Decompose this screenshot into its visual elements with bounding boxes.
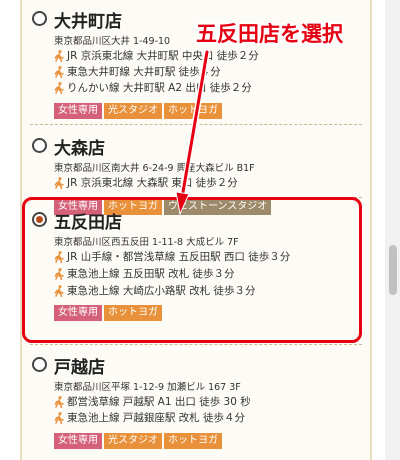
tag-badge: 光スタジオ (104, 433, 162, 449)
access-text: 東急池上線 戸越銀座駅 改札 徒歩４分 (67, 412, 246, 424)
walking-person-icon (54, 267, 64, 280)
access-text: 東急池上線 大崎広小路駅 改札 徒歩３分 (67, 285, 256, 297)
store-radio-oimachi[interactable] (32, 11, 47, 26)
access-text: 都営浅草線 戸越駅 A1 出口 徒歩 30 秒 (67, 396, 251, 408)
tag-badge: 光スタジオ (104, 103, 162, 119)
divider (30, 197, 362, 198)
store-radio-gotanda[interactable] (32, 212, 47, 227)
walking-person-icon (54, 176, 64, 189)
walking-person-icon (54, 49, 64, 62)
store-address: 東京都品川区平塚 1-12-9 加瀬ビル 167 3F (54, 382, 241, 393)
store-list-panel: 大井町店 東京都品川区大井 1-49-10 JR 京浜東北線 大井町駅 中央口 … (20, 0, 372, 460)
access-line: JR 京浜東北線 大井町駅 中央口 徒歩２分 (54, 48, 259, 63)
access-line: 東急池上線 五反田駅 改札 徒歩３分 (54, 266, 235, 281)
tag-badge: ホットヨガ (164, 103, 222, 119)
walking-person-icon (54, 81, 64, 94)
tag-badge: ウェストーンスタジオ (164, 199, 272, 215)
access-text: 東急大井町線 大井町駅 徒歩４分 (67, 66, 221, 78)
access-text: JR 京浜東北線 大森駅 東口 徒歩２分 (67, 177, 238, 189)
access-line: 東急大井町線 大井町駅 徒歩４分 (54, 64, 221, 79)
radio-selected-dot (36, 216, 43, 223)
walking-person-icon (54, 250, 64, 263)
tag-badge: 女性専用 (54, 103, 102, 119)
divider (30, 124, 362, 125)
store-radio-togoshi[interactable] (32, 357, 47, 372)
tag-group: 女性専用 光スタジオ ホットヨガ (54, 433, 222, 449)
store-address: 東京都品川区西五反田 1-11-8 大成ビル 7F (54, 237, 239, 248)
access-line: 都営浅草線 戸越駅 A1 出口 徒歩 30 秒 (54, 394, 251, 409)
tag-group: 女性専用 光スタジオ ホットヨガ (54, 103, 222, 119)
access-text: 東急池上線 五反田駅 改札 徒歩３分 (67, 268, 235, 280)
tag-badge: 女性専用 (54, 433, 102, 449)
access-text: りんかい線 大井町駅 A2 出口 徒歩２分 (67, 82, 252, 94)
walking-person-icon (54, 65, 64, 78)
walking-person-icon (54, 395, 64, 408)
walking-person-icon (54, 284, 64, 297)
store-name: 戸越店 (54, 358, 105, 378)
vertical-scrollbar[interactable] (385, 0, 400, 460)
access-line: JR 京浜東北線 大森駅 東口 徒歩２分 (54, 175, 238, 190)
annotation-callout: 五反田店を選択 (196, 22, 343, 46)
store-name: 五反田店 (54, 213, 122, 233)
tag-badge: 女性専用 (54, 305, 102, 321)
access-text: JR 山手線・都営浅草線 五反田駅 西口 徒歩３分 (67, 251, 291, 263)
access-text: JR 京浜東北線 大井町駅 中央口 徒歩２分 (67, 50, 259, 62)
access-line: りんかい線 大井町駅 A2 出口 徒歩２分 (54, 80, 252, 95)
tag-badge: ホットヨガ (104, 305, 162, 321)
store-address: 東京都品川区大井 1-49-10 (54, 36, 171, 47)
store-address: 東京都品川区南大井 6-24-9 興産大森ビル B1F (54, 163, 255, 174)
divider (30, 344, 362, 345)
store-radio-omori[interactable] (32, 138, 47, 153)
access-line: 東急池上線 戸越銀座駅 改札 徒歩４分 (54, 410, 245, 425)
scrollbar-thumb[interactable] (389, 245, 397, 295)
tag-group: 女性専用 ホットヨガ (54, 305, 162, 321)
access-line: 東急池上線 大崎広小路駅 改札 徒歩３分 (54, 283, 256, 298)
tag-badge: ホットヨガ (164, 433, 222, 449)
walking-person-icon (54, 411, 64, 424)
store-name: 大井町店 (54, 12, 122, 32)
store-name: 大森店 (54, 139, 105, 159)
access-line: JR 山手線・都営浅草線 五反田駅 西口 徒歩３分 (54, 249, 290, 264)
